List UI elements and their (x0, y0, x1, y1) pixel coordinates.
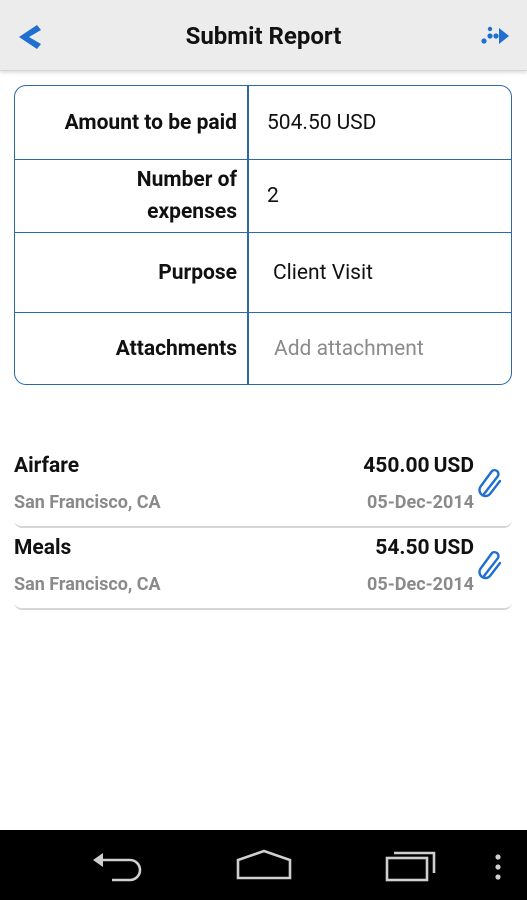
expense-location: San Francisco, CA (14, 492, 161, 513)
attachments-row: Attachments Add attachment (15, 313, 511, 384)
expense-currency: USD (433, 454, 474, 478)
expense-count-label-line2: expenses (147, 200, 237, 224)
expense-currency: USD (433, 536, 474, 560)
expense-amount-value: 450.00 (363, 454, 430, 478)
action-bar: Submit Report (0, 0, 527, 71)
expense-item[interactable]: Airfare 450.00 USD San Francisco, CA 05-D… (14, 444, 512, 528)
expense-count-label: Number of expenses (15, 160, 237, 232)
amount-row: Amount to be paid 504.50 USD (15, 86, 511, 160)
expense-date: 05-Dec-2014 (367, 492, 474, 513)
expense-count-value: 2 (267, 184, 279, 208)
expense-location: San Francisco, CA (14, 574, 161, 595)
amount-currency: USD (336, 110, 377, 135)
expense-item[interactable]: Meals 54.50 USD San Francisco, CA 05-Dec-… (14, 526, 512, 610)
expense-count-label-line1: Number of (136, 168, 237, 192)
expense-name: Airfare (14, 454, 80, 478)
add-attachment-field[interactable]: Add attachment (274, 313, 424, 384)
nav-recents-icon[interactable] (384, 848, 438, 882)
purpose-label: Purpose (158, 260, 237, 285)
system-navigation-bar (0, 830, 527, 900)
submit-dots-arrow-icon (481, 26, 509, 44)
nav-back-icon[interactable] (90, 848, 144, 882)
report-summary-table: Amount to be paid 504.50 USD Number of ex… (14, 85, 512, 385)
nav-home-icon[interactable] (234, 848, 294, 882)
purpose-row: Purpose Client Visit (15, 233, 511, 313)
expense-count-row: Number of expenses 2 (15, 160, 511, 233)
amount-label: Amount to be paid (64, 110, 237, 135)
paperclip-icon[interactable] (478, 550, 506, 582)
amount-value-cell: 504.50 USD (267, 86, 376, 159)
expense-amount-value: 54.50 (375, 536, 430, 560)
expense-name: Meals (14, 536, 72, 560)
page-title: Submit Report (185, 22, 342, 50)
submit-button[interactable] (475, 18, 515, 54)
expense-amount: 450.00 USD (363, 454, 474, 478)
expense-amount: 54.50 USD (375, 536, 474, 560)
purpose-value[interactable]: Client Visit (273, 233, 373, 312)
amount-value: 504.50 (267, 110, 332, 135)
attachments-label: Attachments (115, 336, 237, 361)
expense-date: 05-Dec-2014 (367, 574, 474, 595)
paperclip-icon[interactable] (478, 468, 506, 500)
overflow-menu-icon[interactable] (493, 854, 503, 880)
